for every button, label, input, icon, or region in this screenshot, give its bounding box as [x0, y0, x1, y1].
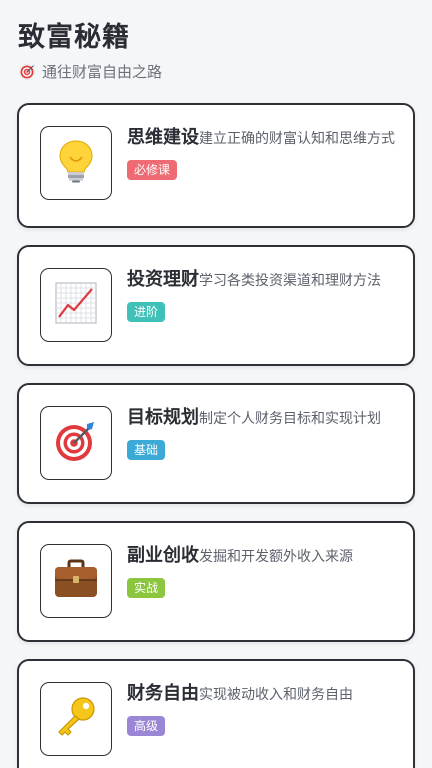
card-description: 制定个人财务目标和实现计划	[199, 411, 381, 427]
card-body: 投资理财学习各类投资渠道和理财方法 进阶	[127, 267, 399, 322]
card-title: 目标规划	[127, 407, 199, 428]
card-body: 思维建设建立正确的财富认知和思维方式 必修课	[127, 125, 399, 180]
card-title: 思维建设	[127, 127, 199, 148]
target-icon	[18, 63, 36, 81]
briefcase-icon	[53, 558, 99, 604]
card-body: 副业创收发掘和开发额外收入来源 实战	[127, 543, 399, 598]
card-icon-box	[40, 126, 112, 200]
lightbulb-icon	[56, 139, 96, 187]
page: 致富秘籍 通往财富自由之路 思维建设建立正确的财富认知和思维方式 必修课 投资理…	[0, 0, 432, 768]
card-icon-box	[40, 544, 112, 618]
course-card-investing[interactable]: 投资理财学习各类投资渠道和理财方法 进阶	[17, 245, 415, 366]
subtitle-text: 通往财富自由之路	[42, 63, 163, 81]
card-title: 副业创收	[127, 545, 199, 566]
card-heading: 投资理财学习各类投资渠道和理财方法	[127, 267, 399, 294]
course-list: 思维建设建立正确的财富认知和思维方式 必修课 投资理财学习各类投资渠道和理财方法…	[17, 103, 415, 768]
card-title: 投资理财	[127, 269, 199, 290]
level-badge: 高级	[127, 716, 166, 736]
page-title: 致富秘籍	[18, 22, 130, 53]
level-badge: 进阶	[127, 302, 166, 322]
card-title: 财务自由	[127, 683, 199, 704]
target-icon	[54, 419, 98, 467]
card-icon-box	[40, 406, 112, 480]
card-description: 建立正确的财富认知和思维方式	[199, 131, 395, 147]
card-body: 财务自由实现被动收入和财务自由 高级	[127, 681, 399, 736]
course-card-side-income[interactable]: 副业创收发掘和开发额外收入来源 实战	[17, 521, 415, 642]
card-description: 学习各类投资渠道和理财方法	[199, 273, 381, 289]
level-badge: 必修课	[127, 160, 178, 180]
course-card-financial-freedom[interactable]: 财务自由实现被动收入和财务自由 高级	[17, 659, 415, 768]
card-icon-box	[40, 682, 112, 756]
header: 致富秘籍 通往财富自由之路	[18, 20, 414, 82]
subtitle: 通往财富自由之路	[18, 62, 414, 82]
card-heading: 目标规划制定个人财务目标和实现计划	[127, 405, 399, 432]
level-badge: 实战	[127, 578, 166, 598]
course-card-planning[interactable]: 目标规划制定个人财务目标和实现计划 基础	[17, 383, 415, 504]
card-description: 发掘和开发额外收入来源	[199, 549, 353, 565]
card-body: 目标规划制定个人财务目标和实现计划 基础	[127, 405, 399, 460]
card-icon-box	[40, 268, 112, 342]
chart-increasing-icon	[54, 281, 98, 329]
level-badge: 基础	[127, 440, 166, 460]
card-heading: 财务自由实现被动收入和财务自由	[127, 681, 399, 708]
card-heading: 副业创收发掘和开发额外收入来源	[127, 543, 399, 570]
card-heading: 思维建设建立正确的财富认知和思维方式	[127, 125, 399, 152]
key-icon	[54, 695, 98, 743]
course-card-mindset[interactable]: 思维建设建立正确的财富认知和思维方式 必修课	[17, 103, 415, 228]
card-description: 实现被动收入和财务自由	[199, 687, 353, 703]
